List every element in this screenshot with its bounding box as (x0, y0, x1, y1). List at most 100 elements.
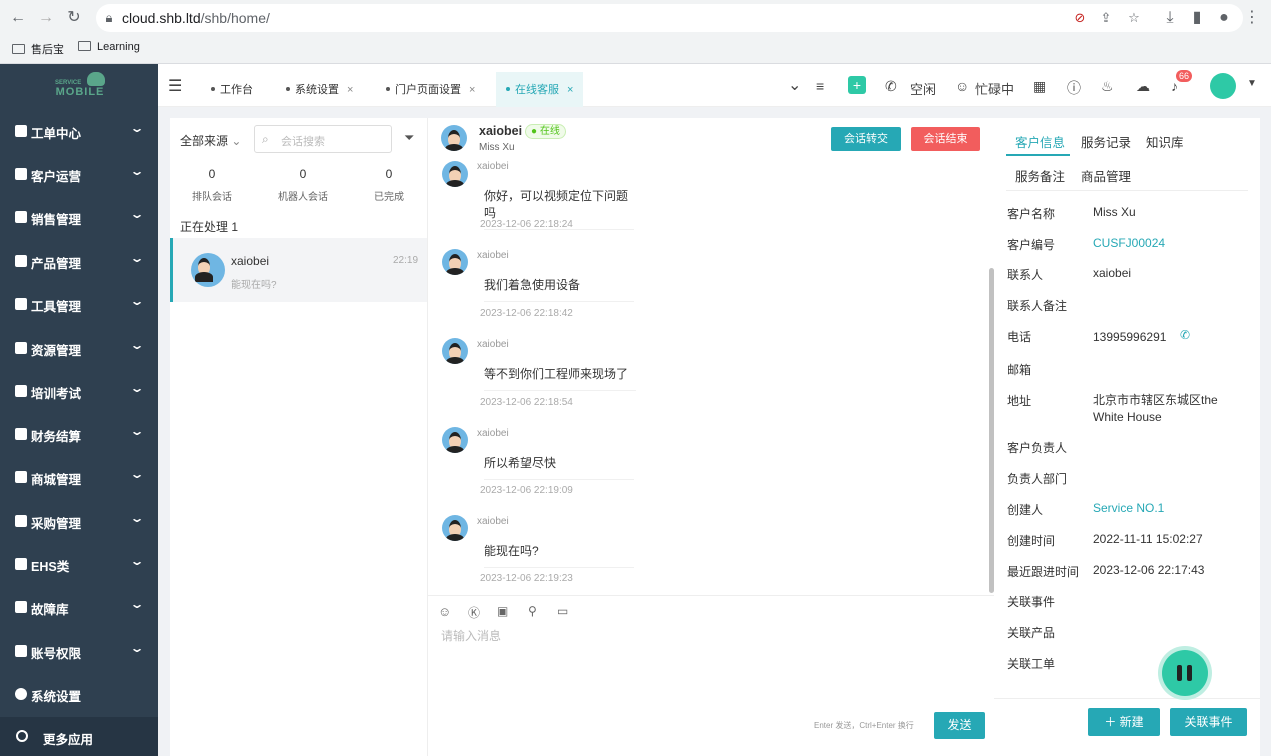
menu-icon[interactable]: ⋮ (1242, 8, 1262, 28)
sidebar-item-work-order[interactable]: 工单中心 ⌄ (0, 117, 158, 147)
calendar-icon[interactable]: ▦ (1033, 78, 1046, 95)
ehs-icon (15, 558, 27, 570)
tab-knowledge-base[interactable]: 知识库 (1146, 132, 1184, 151)
plus-icon: ＋ (1104, 715, 1120, 729)
sidebar-item-sales[interactable]: 销售管理 ⌄ (0, 203, 158, 233)
chevron-down-icon: ⌄ (129, 424, 145, 438)
tab-service-notes[interactable]: 服务备注 (1015, 166, 1065, 185)
sidebar-item-resources[interactable]: 资源管理 ⌄ (0, 334, 158, 364)
tab-system-settings[interactable]: 系统设置 × (286, 81, 353, 97)
customer-code-link[interactable]: CUSFJ00024 (1093, 236, 1165, 250)
user-avatar[interactable] (1210, 73, 1236, 99)
message-time: 2023-12-06 22:19:09 (480, 485, 573, 496)
share-icon[interactable]: ⇪ (1097, 9, 1115, 27)
sidebar-item-fault[interactable]: 故障库 ⌄ (0, 593, 158, 623)
sidebar-item-customer[interactable]: 客户运营 ⌄ (0, 160, 158, 190)
message-avatar (442, 427, 468, 453)
field-label: 邮箱 (1007, 363, 1032, 377)
fire-icon[interactable]: ♨ (1101, 78, 1114, 95)
field-label: 联系人备注 (1007, 299, 1068, 313)
back-icon[interactable]: ← (8, 8, 28, 28)
tab-online-service[interactable]: 在线客服 × (496, 72, 584, 107)
close-icon[interactable]: × (347, 84, 353, 96)
status-busy[interactable]: 忙碌中 (975, 79, 1014, 98)
sidepanel-icon[interactable]: ▮ (1187, 8, 1207, 28)
tab-portal-settings[interactable]: 门户页面设置 × (386, 81, 475, 97)
filter-icon[interactable]: ⏷ (404, 130, 414, 146)
sidebar-item-tools[interactable]: 工具管理 ⌄ (0, 290, 158, 320)
image-icon[interactable]: ▣ (497, 604, 508, 618)
blocked-icon[interactable]: ⊘ (1071, 9, 1089, 27)
sidebar-item-training[interactable]: 培训考试 ⌄ (0, 377, 158, 407)
end-session-button[interactable]: 会话结束 (911, 127, 980, 151)
status-idle[interactable]: 空闲 (910, 79, 936, 98)
done-label: 已完成 (374, 192, 404, 203)
message-time: 2023-12-06 22:19:23 (480, 573, 573, 584)
chevron-down-icon: ⌄ (129, 338, 145, 352)
chevron-down-icon: ⌄ (129, 121, 145, 135)
tab-customer-info[interactable]: 客户信息 (1015, 132, 1065, 151)
chat-customer-sub: Miss Xu (479, 142, 515, 153)
tab-product-management[interactable]: 商品管理 (1081, 166, 1131, 185)
add-icon[interactable]: + (848, 76, 866, 94)
close-icon[interactable]: × (567, 84, 573, 96)
new-button[interactable]: ＋ 新建 (1088, 708, 1160, 736)
conversation-search-input[interactable]: ⌕ 会话搜索 (254, 125, 392, 153)
caret-down-icon[interactable]: ▼ (1247, 78, 1257, 89)
emoji-icon[interactable]: ☺ (438, 604, 451, 619)
message-input[interactable]: 请输入消息 (441, 627, 501, 644)
message-sender: xaiobei (477, 339, 509, 350)
phone-icon[interactable]: ✆ (1180, 328, 1190, 342)
sidebar-item-product[interactable]: 产品管理 ⌄ (0, 247, 158, 277)
chevron-down-icon: ⌄ (129, 467, 145, 481)
tab-workbench[interactable]: 工作台 (211, 81, 253, 97)
video-icon[interactable]: ▭ (557, 604, 568, 618)
sidebar-item-purchase[interactable]: 采购管理 ⌄ (0, 507, 158, 537)
field-label: 负责人部门 (1007, 472, 1068, 486)
bookmark-1[interactable]: 售后宝 (12, 41, 64, 57)
message-time: 2023-12-06 22:18:24 (480, 219, 573, 230)
reload-icon[interactable]: ↻ (64, 8, 84, 28)
close-icon[interactable]: × (469, 84, 475, 96)
phone-icon[interactable]: ✆ (885, 78, 897, 95)
cloud-upload-icon[interactable]: ☁ (1136, 78, 1150, 95)
field-value: xaiobei (1093, 266, 1132, 280)
sidebar-item-mall[interactable]: 商城管理 ⌄ (0, 463, 158, 493)
collapse-menu-icon[interactable]: ☰ (168, 76, 182, 96)
sidebar-item-ehs[interactable]: EHS类 ⌄ (0, 550, 158, 580)
address-bar[interactable]: 🔒︎ cloud.shb.ltd/shb/home/ ⊘ ⇪ ☆ (96, 4, 1243, 32)
purchase-icon (15, 515, 27, 527)
chevron-down-icon[interactable]: ⌄ (788, 75, 801, 95)
sidebar-item-settings[interactable]: 系统设置 (0, 680, 158, 710)
pause-button[interactable] (1162, 650, 1208, 696)
transfer-button[interactable]: 会话转交 (831, 127, 901, 151)
quick-reply-icon[interactable]: Ⓚ (468, 604, 480, 621)
tab-dot (386, 87, 390, 91)
conversation-time: 22:19 (393, 255, 419, 266)
sales-icon (15, 211, 27, 223)
source-filter[interactable]: 全部来源 ⌄ (180, 132, 241, 149)
more-apps-button[interactable]: 更多应用 (0, 717, 158, 756)
divider (428, 595, 995, 596)
profile-icon[interactable]: ● (1214, 8, 1234, 28)
mall-icon (15, 471, 27, 483)
send-button[interactable]: 发送 (934, 712, 985, 739)
send-hint: Enter 发送，Ctrl+Enter 换行 (814, 721, 914, 730)
creator-link[interactable]: Service NO.1 (1093, 501, 1164, 515)
conversation-item[interactable]: xaiobei 22:19 能现在吗? (170, 238, 432, 302)
sidebar-item-account[interactable]: 账号权限 ⌄ (0, 637, 158, 667)
tab-service-records[interactable]: 服务记录 (1081, 132, 1131, 151)
field-label: 电话 (1007, 330, 1032, 344)
download-icon[interactable]: ⤓ (1160, 8, 1180, 28)
list-icon[interactable]: ≡ (816, 78, 824, 94)
forward-icon[interactable]: → (36, 8, 56, 28)
help-icon[interactable]: ⓘ (1067, 78, 1081, 98)
message-text: 等不到你们工程师来现场了 (484, 365, 636, 391)
attachment-icon[interactable]: ⚲ (528, 604, 537, 618)
link-event-button[interactable]: 关联事件 (1170, 708, 1247, 736)
bookmark-2[interactable]: Learning (78, 41, 140, 53)
robot-label: 机器人会话 (278, 192, 328, 203)
tab-dot (211, 87, 215, 91)
star-icon[interactable]: ☆ (1125, 9, 1143, 27)
sidebar-item-finance[interactable]: 财务结算 ⌄ (0, 420, 158, 450)
